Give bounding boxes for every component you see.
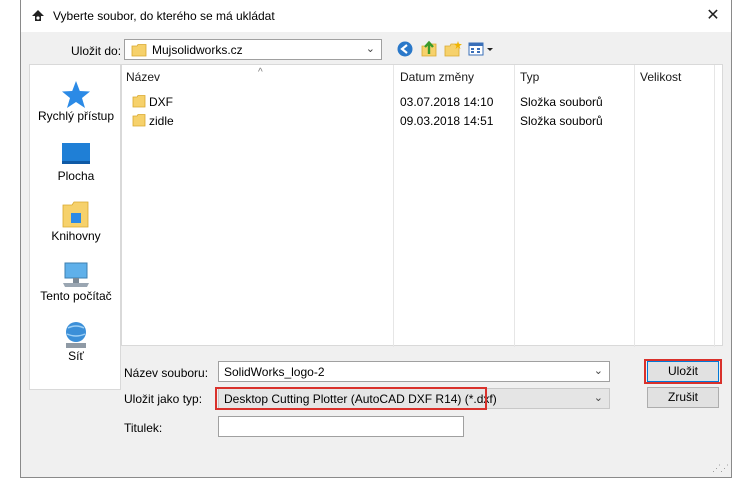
place-label: Knihovny [51, 229, 101, 243]
chevron-down-icon[interactable]: ⌄ [594, 364, 603, 377]
place-label: Síť [68, 349, 84, 363]
title-label: Titulek: [124, 421, 163, 435]
file-name: zidle [149, 114, 174, 128]
column-header-type[interactable]: Typ [516, 65, 634, 89]
file-list[interactable]: Název ^ Datum změny Typ Velikost DXF 03.… [121, 64, 723, 347]
save-dialog: Vyberte soubor, do kterého se má ukládat… [20, 0, 732, 478]
resize-grip-icon[interactable]: ⋰⋰ [712, 463, 729, 474]
star-icon [62, 81, 90, 108]
file-type: Složka souborů [520, 114, 603, 128]
new-folder-icon[interactable] [444, 40, 462, 58]
save-type-highlight [215, 387, 487, 410]
folder-icon [132, 95, 146, 108]
save-in-dropdown[interactable]: Mujsolidworks.cz ⌄ [124, 39, 382, 60]
file-date: 03.07.2018 14:10 [400, 95, 494, 109]
save-button-highlight [644, 359, 722, 384]
back-icon[interactable] [396, 40, 414, 58]
file-type: Složka souborů [520, 95, 603, 109]
filename-label: Název souboru: [124, 366, 209, 380]
libraries-icon [62, 201, 89, 228]
column-header-size[interactable]: Velikost [636, 65, 716, 89]
folder-icon [132, 114, 146, 127]
column-header-name[interactable]: Název ^ [122, 65, 393, 89]
place-label: Plocha [57, 169, 95, 183]
close-icon[interactable]: ✕ [701, 5, 725, 27]
file-date: 09.03.2018 14:51 [400, 114, 494, 128]
title-bar: Vyberte soubor, do kterého se má ukládat… [21, 0, 731, 32]
list-item[interactable]: DXF 03.07.2018 14:10 Složka souborů [122, 93, 722, 111]
title-input[interactable] [218, 416, 464, 437]
desktop-icon [62, 143, 90, 164]
place-label: Rychlý přístup [37, 109, 115, 123]
cancel-button[interactable]: Zrušit [647, 387, 719, 408]
save-in-value: Mujsolidworks.cz [152, 43, 243, 57]
chevron-down-icon: ⌄ [365, 43, 375, 55]
view-menu-icon[interactable] [468, 40, 496, 58]
save-type-label: Uložit jako typ: [124, 392, 203, 406]
sort-ascending-icon: ^ [258, 67, 263, 78]
folder-icon [131, 44, 147, 57]
column-header-date[interactable]: Datum změny [396, 65, 514, 89]
network-icon [66, 322, 86, 348]
filename-value: SolidWorks_logo-2 [224, 365, 325, 379]
filename-input[interactable]: SolidWorks_logo-2 ⌄ [218, 361, 610, 382]
inkscape-app-icon [32, 10, 44, 21]
dialog-title: Vyberte soubor, do kterého se má ukládat [53, 9, 275, 23]
save-in-label: Uložit do: [71, 44, 122, 58]
chevron-down-icon: ⌄ [593, 392, 603, 404]
places-bar: Rychlý přístup Plocha Knihovny Tento poč… [29, 64, 121, 390]
place-label: Tento počítač [40, 289, 112, 303]
computer-icon [63, 262, 89, 287]
up-folder-icon[interactable] [420, 40, 438, 58]
list-item[interactable]: zidle 09.03.2018 14:51 Složka souborů [122, 112, 722, 130]
file-name: DXF [149, 95, 173, 109]
